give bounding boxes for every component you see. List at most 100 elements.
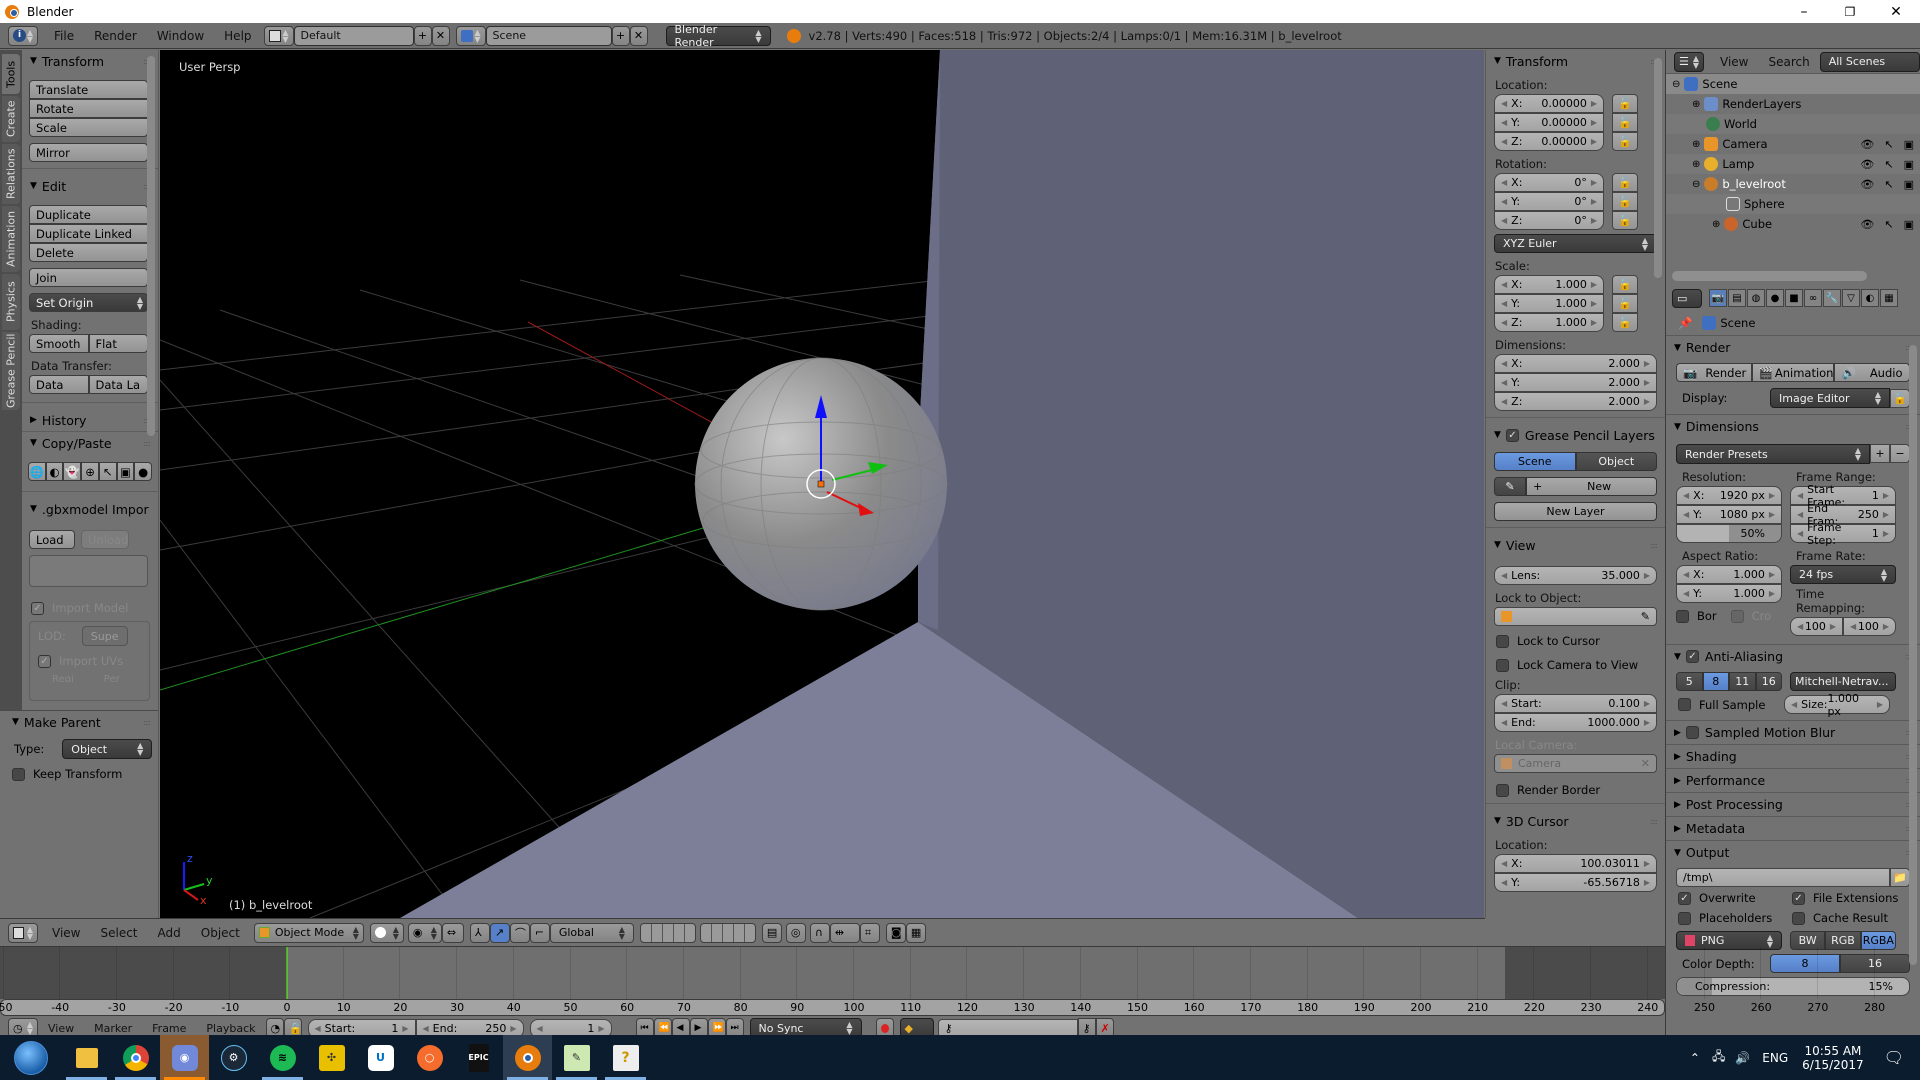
- dimension-x-field[interactable]: ◀ X: 2.000 ▶: [1494, 354, 1657, 373]
- tab-relations[interactable]: Relations: [2, 144, 20, 204]
- lock-icon[interactable]: 🔓: [1612, 173, 1638, 192]
- lock-icon[interactable]: 🔓: [1612, 275, 1638, 294]
- outliner-item-camera[interactable]: ⊕ Camera 👁 ↖ ▣: [1666, 134, 1920, 154]
- timeline-menu-marker[interactable]: Marker: [84, 1022, 142, 1035]
- gbx-import-panel-header[interactable]: ▼ .gbxmodel Impor: [22, 498, 158, 520]
- expand-icon[interactable]: ⊕: [1692, 159, 1700, 170]
- copy-blender-icon[interactable]: ◐: [45, 462, 64, 481]
- timeline-menu-frame[interactable]: Frame: [142, 1022, 196, 1035]
- taskbar-epic-games[interactable]: EPIC: [454, 1035, 503, 1080]
- tab-grease-pencil[interactable]: Grease Pencil: [2, 332, 20, 410]
- lock-icon[interactable]: 🔓: [1612, 313, 1638, 332]
- color-mode-rgba[interactable]: RGBA: [1860, 931, 1896, 950]
- translate-button[interactable]: Translate: [29, 80, 148, 99]
- aa-samples-16[interactable]: 16: [1755, 672, 1782, 691]
- collapse-icon[interactable]: ⊖: [1672, 79, 1680, 90]
- delete-button[interactable]: Delete: [29, 243, 148, 262]
- mirror-button[interactable]: Mirror: [29, 143, 148, 162]
- visibility-eye-icon[interactable]: 👁: [1860, 178, 1874, 191]
- aa-samples-5[interactable]: 5: [1676, 672, 1703, 691]
- tab-animation[interactable]: Animation: [2, 206, 20, 272]
- opengl-anim-icon[interactable]: ▦: [905, 922, 926, 943]
- properties-scrollbar[interactable]: [1909, 345, 1917, 965]
- outliner-item-b-levelroot[interactable]: ⊖ b_levelroot 👁 ↖ ▣: [1666, 174, 1920, 194]
- taskbar-blender[interactable]: [503, 1035, 552, 1080]
- select-arrow-icon[interactable]: ↖: [1884, 158, 1893, 171]
- network-icon[interactable]: 🖧: [1712, 1047, 1725, 1068]
- anti-aliasing-panel-header[interactable]: ▼✓Anti-Aliasing::::: [1666, 644, 1920, 668]
- post-processing-panel-header[interactable]: ▶Post Processing::::: [1666, 792, 1920, 816]
- constraints-tab-icon[interactable]: ∞: [1804, 289, 1822, 307]
- scale-y-field[interactable]: ◀ Y: 1.000 ▶: [1494, 294, 1604, 313]
- overwrite-checkbox[interactable]: ✓ Overwrite: [1678, 891, 1792, 905]
- tab-physics[interactable]: Physics: [2, 274, 20, 330]
- outliner-item-scene[interactable]: ⊖ Scene: [1666, 74, 1920, 94]
- render-camera-icon[interactable]: ▣: [1904, 158, 1914, 171]
- lock-icon[interactable]: 🔓: [1612, 94, 1638, 113]
- outliner-menu-search[interactable]: Search: [1758, 55, 1819, 69]
- duplicate-button[interactable]: Duplicate: [29, 205, 148, 224]
- duplicate-linked-button[interactable]: Duplicate Linked: [29, 224, 148, 243]
- clip-start-field[interactable]: ◀ Start: 0.100 ▶: [1494, 694, 1657, 713]
- snap-toggle-icon[interactable]: ∩: [809, 922, 830, 943]
- motion-blur-check-icon[interactable]: [1685, 726, 1699, 739]
- lock-icon[interactable]: 🔓: [1890, 388, 1910, 408]
- location-z-field[interactable]: ◀ Z: 0.00000 ▶: [1494, 132, 1604, 151]
- rotate-manipulator-icon[interactable]: ⌒: [509, 922, 530, 943]
- language-indicator[interactable]: ENG: [1762, 1051, 1788, 1065]
- remove-preset-icon[interactable]: −: [1890, 444, 1910, 463]
- placeholders-checkbox[interactable]: Placeholders: [1678, 911, 1792, 925]
- editor-type-button[interactable]: i ▲ ▼: [8, 25, 38, 46]
- motion-blur-panel-header[interactable]: ▶Sampled Motion Blur::::: [1666, 720, 1920, 744]
- parent-type-select[interactable]: Object ▲ ▼: [62, 739, 153, 759]
- screen-layout-field[interactable]: Default: [293, 25, 414, 46]
- aspect-x-field[interactable]: ◀ X: 1.000 ▶: [1676, 565, 1782, 584]
- clip-end-field[interactable]: ◀ End: 1000.000 ▶: [1494, 713, 1657, 732]
- taskbar-uplay[interactable]: U: [356, 1035, 405, 1080]
- lock-layers-icon[interactable]: ▤: [761, 922, 782, 943]
- render-camera-icon[interactable]: ▣: [1904, 218, 1914, 231]
- scene-selector-button[interactable]: ▲ ▼: [455, 25, 486, 46]
- 3d-editor-type-button[interactable]: ▲ ▼: [8, 922, 38, 943]
- file-extensions-checkbox[interactable]: ✓ File Extensions: [1792, 891, 1898, 905]
- world-icon[interactable]: ●: [134, 462, 153, 481]
- outliner-item-lamp[interactable]: ⊕ Lamp 👁 ↖ ▣: [1666, 154, 1920, 174]
- taskbar-app[interactable]: ✣: [307, 1035, 356, 1080]
- outliner-item-sphere[interactable]: Sphere: [1666, 194, 1920, 214]
- taskbar-chrome[interactable]: [111, 1035, 160, 1080]
- gp-scene-tab[interactable]: Scene: [1494, 452, 1576, 471]
- scale-button[interactable]: Scale: [29, 118, 148, 137]
- animation-button[interactable]: 🎬 Animation: [1751, 363, 1835, 382]
- scale-manipulator-icon[interactable]: ⌐: [529, 922, 550, 943]
- outliner-item-cube[interactable]: ⊕ Cube 👁 ↖ ▣: [1666, 214, 1920, 234]
- unload-button[interactable]: Unload: [81, 530, 130, 549]
- grease-pencil-check-icon[interactable]: ✓: [1505, 428, 1519, 442]
- view-panel-header[interactable]: ▼ View::::: [1486, 534, 1665, 556]
- 3d-viewport[interactable]: z y x User Persp (1) b_levelroot: [160, 50, 1484, 918]
- load-button[interactable]: Load: [29, 530, 75, 549]
- maximize-button[interactable]: ❐: [1827, 0, 1873, 23]
- taskbar-discord[interactable]: ◉: [160, 1035, 209, 1080]
- visibility-eye-icon[interactable]: 👁: [1860, 158, 1874, 171]
- action-center-icon[interactable]: 🗨: [1884, 1048, 1904, 1067]
- dimensions-panel-header[interactable]: ▼Dimensions::::: [1666, 414, 1920, 438]
- lock-camera-checkbox[interactable]: Lock Camera to View: [1496, 658, 1665, 672]
- modifiers-tab-icon[interactable]: 🔧: [1823, 289, 1841, 307]
- copy-world-icon[interactable]: 🌐: [28, 462, 46, 481]
- resolution-percentage-slider[interactable]: 50%: [1676, 524, 1782, 543]
- scene-tab-icon[interactable]: ◍: [1747, 289, 1765, 307]
- dimension-z-field[interactable]: ◀ Z: 2.000 ▶: [1494, 392, 1657, 411]
- screen-layout-button[interactable]: ▲ ▼: [263, 25, 294, 46]
- pencil-icon[interactable]: ✎: [1494, 477, 1526, 496]
- data-tab-icon[interactable]: ▽: [1842, 289, 1860, 307]
- n-transform-header[interactable]: ▼Transform::::: [1486, 50, 1665, 72]
- render-tab-icon[interactable]: 📷: [1709, 289, 1727, 307]
- visibility-eye-icon[interactable]: 👁: [1860, 218, 1874, 231]
- rotate-button[interactable]: Rotate: [29, 99, 148, 118]
- taskbar-help[interactable]: ?: [601, 1035, 650, 1080]
- outliner-item-world[interactable]: World: [1666, 114, 1920, 134]
- ghost-icon[interactable]: 👻: [63, 462, 82, 481]
- renderlayers-tab-icon[interactable]: ▤: [1728, 289, 1746, 307]
- collapse-icon[interactable]: ⊖: [1692, 179, 1700, 190]
- rotation-mode-select[interactable]: XYZ Euler ▲ ▼: [1494, 234, 1657, 253]
